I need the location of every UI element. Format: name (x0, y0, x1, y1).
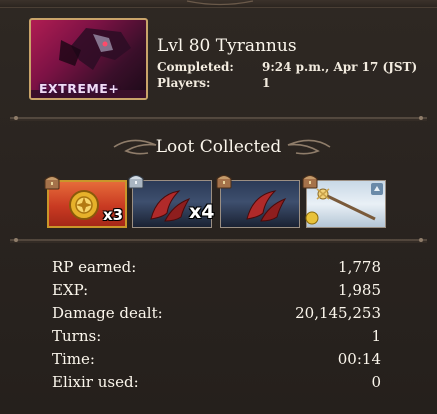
damage-dealt-value: 20,145,253 (295, 304, 381, 322)
loot-section-title: Loot Collected (155, 137, 282, 157)
loot-quantity: x4 (189, 201, 215, 223)
elixir-used-value: 0 (371, 373, 381, 391)
divider (10, 238, 427, 243)
loot-item-gold-medallion[interactable]: x3 (44, 176, 127, 228)
gold-coin-icon (305, 211, 319, 225)
divider (10, 116, 427, 121)
raid-title: Lvl 80 Tyrannus (157, 36, 297, 56)
right-flourish-ornament (287, 139, 331, 155)
elixir-used-label: Elixir used: (52, 373, 139, 391)
loot-item-crimson-horn[interactable] (216, 175, 300, 228)
players-label: Players: (157, 76, 211, 90)
turns-label: Turns: (52, 327, 102, 345)
bronze-chest-icon (216, 175, 232, 189)
crimson-horn-icon (246, 190, 287, 222)
exp-label: EXP: (52, 281, 89, 299)
rp-earned-value: 1,778 (338, 258, 381, 276)
gold-medallion-icon (69, 190, 99, 220)
top-ornament (186, 0, 254, 6)
turns-value: 1 (371, 327, 381, 345)
difficulty-badge: EXTREME+ (39, 81, 120, 96)
raid-thumbnail[interactable]: EXTREME+ (29, 18, 148, 100)
completed-value: 9:24 p.m., Apr 17 (JST) (262, 60, 418, 74)
loot-item-crimson-horn[interactable]: x4 (128, 175, 215, 228)
results-panel: EXTREME+ Lvl 80 Tyrannus Completed: 9:24… (0, 0, 437, 414)
element-badge-icon (371, 183, 383, 195)
rp-earned-label: RP earned: (52, 258, 137, 276)
completed-label: Completed: (157, 60, 234, 74)
damage-dealt-label: Damage dealt: (52, 304, 163, 322)
exp-value: 1,985 (338, 281, 381, 299)
loot-item-staff-weapon[interactable] (302, 175, 386, 228)
loot-quantity: x3 (103, 206, 124, 224)
time-value: 00:14 (337, 350, 381, 368)
players-value: 1 (262, 76, 271, 90)
time-label: Time: (52, 350, 95, 368)
bronze-chest-icon (44, 176, 60, 190)
crimson-horn-icon (150, 190, 191, 222)
